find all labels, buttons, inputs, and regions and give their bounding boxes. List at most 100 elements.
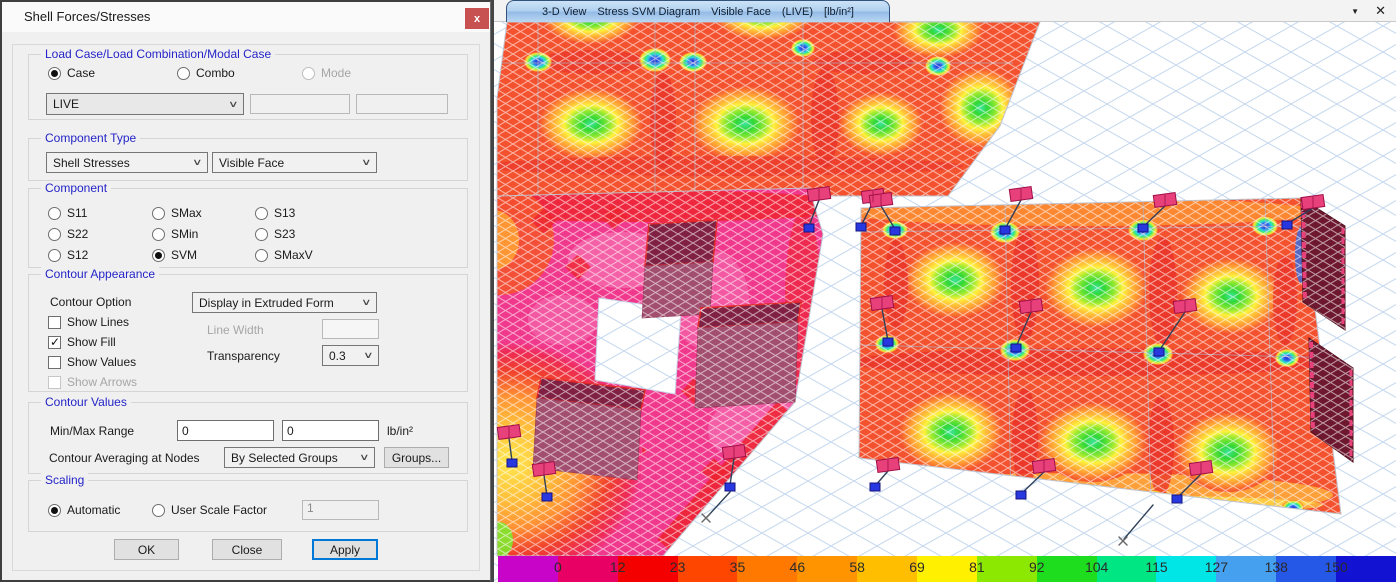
apply-button-label: Apply xyxy=(330,543,360,557)
view-tab[interactable]: 3-D View Stress SVM Diagram Visible Face… xyxy=(506,0,890,22)
transparency-select[interactable]: 0.3 ∨ xyxy=(322,345,379,366)
radio-circle[interactable] xyxy=(255,228,268,241)
radio-combo[interactable]: Combo xyxy=(177,66,235,80)
radio-s23-label: S23 xyxy=(274,227,295,241)
checkbox[interactable] xyxy=(48,336,61,349)
mode-end-field xyxy=(356,94,448,114)
scaling-caption: Scaling xyxy=(41,473,88,487)
radio-automatic[interactable]: Automatic xyxy=(48,503,120,517)
show-lines-label: Show Lines xyxy=(67,315,129,329)
load-case-select[interactable]: LIVE ∨ xyxy=(46,93,244,115)
radio-circle[interactable] xyxy=(255,249,268,262)
transparency-value: 0.3 xyxy=(329,349,346,363)
tab-diagram-type: Stress SVM Diagram xyxy=(597,6,700,18)
close-button-label: Close xyxy=(232,543,263,557)
user-scale-input: 1 xyxy=(302,500,379,520)
load-case-caption: Load Case/Load Combination/Modal Case xyxy=(41,47,275,61)
radio-combo-label: Combo xyxy=(196,66,235,80)
tab-face: Visible Face xyxy=(711,6,771,18)
chevron-down-icon: ∨ xyxy=(363,350,374,361)
close-icon: x xyxy=(474,13,480,25)
radio-circle[interactable] xyxy=(48,249,61,262)
radio-circle[interactable] xyxy=(255,207,268,220)
radio-s22[interactable]: S22 xyxy=(48,227,88,241)
legend-value-label: 92 xyxy=(1029,559,1045,575)
legend-value-label: 58 xyxy=(849,559,865,575)
radio-smax[interactable]: SMax xyxy=(152,206,202,220)
component-type-value: Shell Stresses xyxy=(53,156,130,170)
ok-button[interactable]: OK xyxy=(114,539,179,560)
radio-s11[interactable]: S11 xyxy=(48,206,87,220)
legend-value-label: 138 xyxy=(1265,559,1288,575)
chevron-down-icon: ∨ xyxy=(359,452,370,463)
show-values-label: Show Values xyxy=(67,355,136,369)
tab-units: [lb/in²] xyxy=(824,6,854,18)
radio-svm[interactable]: SVM xyxy=(152,248,197,262)
radio-s23[interactable]: S23 xyxy=(255,227,295,241)
stress-color-legend: 01223354658698192104115127138150 xyxy=(498,556,1396,582)
groups-button-label: Groups... xyxy=(392,451,441,465)
window-menu-icon[interactable]: ▼ xyxy=(1351,7,1359,16)
dialog-close-button[interactable]: x xyxy=(465,8,489,29)
load-case-value: LIVE xyxy=(53,97,79,111)
max-range-input[interactable] xyxy=(282,420,379,441)
user-scale-value: 1 xyxy=(307,501,314,515)
groups-button[interactable]: Groups... xyxy=(384,447,449,468)
radio-user-scale[interactable]: User Scale Factor xyxy=(152,503,267,517)
checkbox-show-fill[interactable]: Show Fill xyxy=(48,335,116,349)
tab-load-case: (LIVE) xyxy=(782,6,813,18)
dialog-titlebar[interactable]: Shell Forces/Stresses x xyxy=(2,2,490,32)
radio-s13-label: S13 xyxy=(274,206,295,220)
legend-value-label: 104 xyxy=(1085,559,1108,575)
transparency-label: Transparency xyxy=(207,349,280,363)
radio-case[interactable]: Case xyxy=(48,66,95,80)
radio-circle[interactable] xyxy=(152,207,165,220)
radio-circle[interactable] xyxy=(152,228,165,241)
averaging-value: By Selected Groups xyxy=(231,451,338,465)
radio-circle[interactable] xyxy=(152,504,165,517)
checkbox xyxy=(48,376,61,389)
radio-circle[interactable] xyxy=(48,228,61,241)
radio-s12-label: S12 xyxy=(67,248,88,262)
structure-3d-scene xyxy=(494,0,1396,582)
averaging-select[interactable]: By Selected Groups ∨ xyxy=(224,447,375,468)
contour-averaging-label: Contour Averaging at Nodes xyxy=(49,451,200,465)
window-close-icon[interactable]: ✕ xyxy=(1375,3,1386,19)
checkbox[interactable] xyxy=(48,356,61,369)
legend-value-label: 0 xyxy=(554,559,562,575)
radio-s12[interactable]: S12 xyxy=(48,248,88,262)
radio-circle[interactable] xyxy=(48,504,61,517)
radio-circle[interactable] xyxy=(152,249,165,262)
chevron-down-icon: ∨ xyxy=(361,157,372,168)
radio-smin[interactable]: SMin xyxy=(152,227,198,241)
legend-value-label: 69 xyxy=(909,559,925,575)
radio-circle[interactable] xyxy=(48,207,61,220)
checkbox[interactable] xyxy=(48,316,61,329)
checkbox-show-lines[interactable]: Show Lines xyxy=(48,315,129,329)
min-range-input[interactable] xyxy=(177,420,274,441)
face-select[interactable]: Visible Face ∨ xyxy=(212,152,377,173)
radio-smax-label: SMax xyxy=(171,206,202,220)
radio-mode-circle xyxy=(302,67,315,80)
contour-option-value: Display in Extruded Form xyxy=(199,296,334,310)
tab-view-type: 3-D View xyxy=(542,6,586,18)
apply-button[interactable]: Apply xyxy=(312,539,378,560)
mode-start-field xyxy=(250,94,350,114)
model-viewport[interactable]: 3-D View Stress SVM Diagram Visible Face… xyxy=(491,0,1396,582)
legend-value-label: 115 xyxy=(1145,559,1167,575)
checkbox-show-values[interactable]: Show Values xyxy=(48,355,136,369)
window-controls: ▼ ✕ xyxy=(1351,0,1386,22)
radio-smaxv[interactable]: SMaxV xyxy=(255,248,313,262)
radio-s13[interactable]: S13 xyxy=(255,206,295,220)
radio-mode: Mode xyxy=(302,66,351,80)
show-fill-label: Show Fill xyxy=(67,335,116,349)
app-window: Shell Forces/Stresses x Load Case/Load C… xyxy=(0,0,1396,582)
user-scale-label: User Scale Factor xyxy=(171,503,267,517)
chevron-down-icon: ∨ xyxy=(192,157,203,168)
contour-option-select[interactable]: Display in Extruded Form ∨ xyxy=(192,292,377,313)
checkbox-show-arrows: Show Arrows xyxy=(48,375,137,389)
close-button[interactable]: Close xyxy=(212,539,282,560)
component-type-select[interactable]: Shell Stresses ∨ xyxy=(46,152,208,173)
radio-case-circle[interactable] xyxy=(48,67,61,80)
radio-combo-circle[interactable] xyxy=(177,67,190,80)
